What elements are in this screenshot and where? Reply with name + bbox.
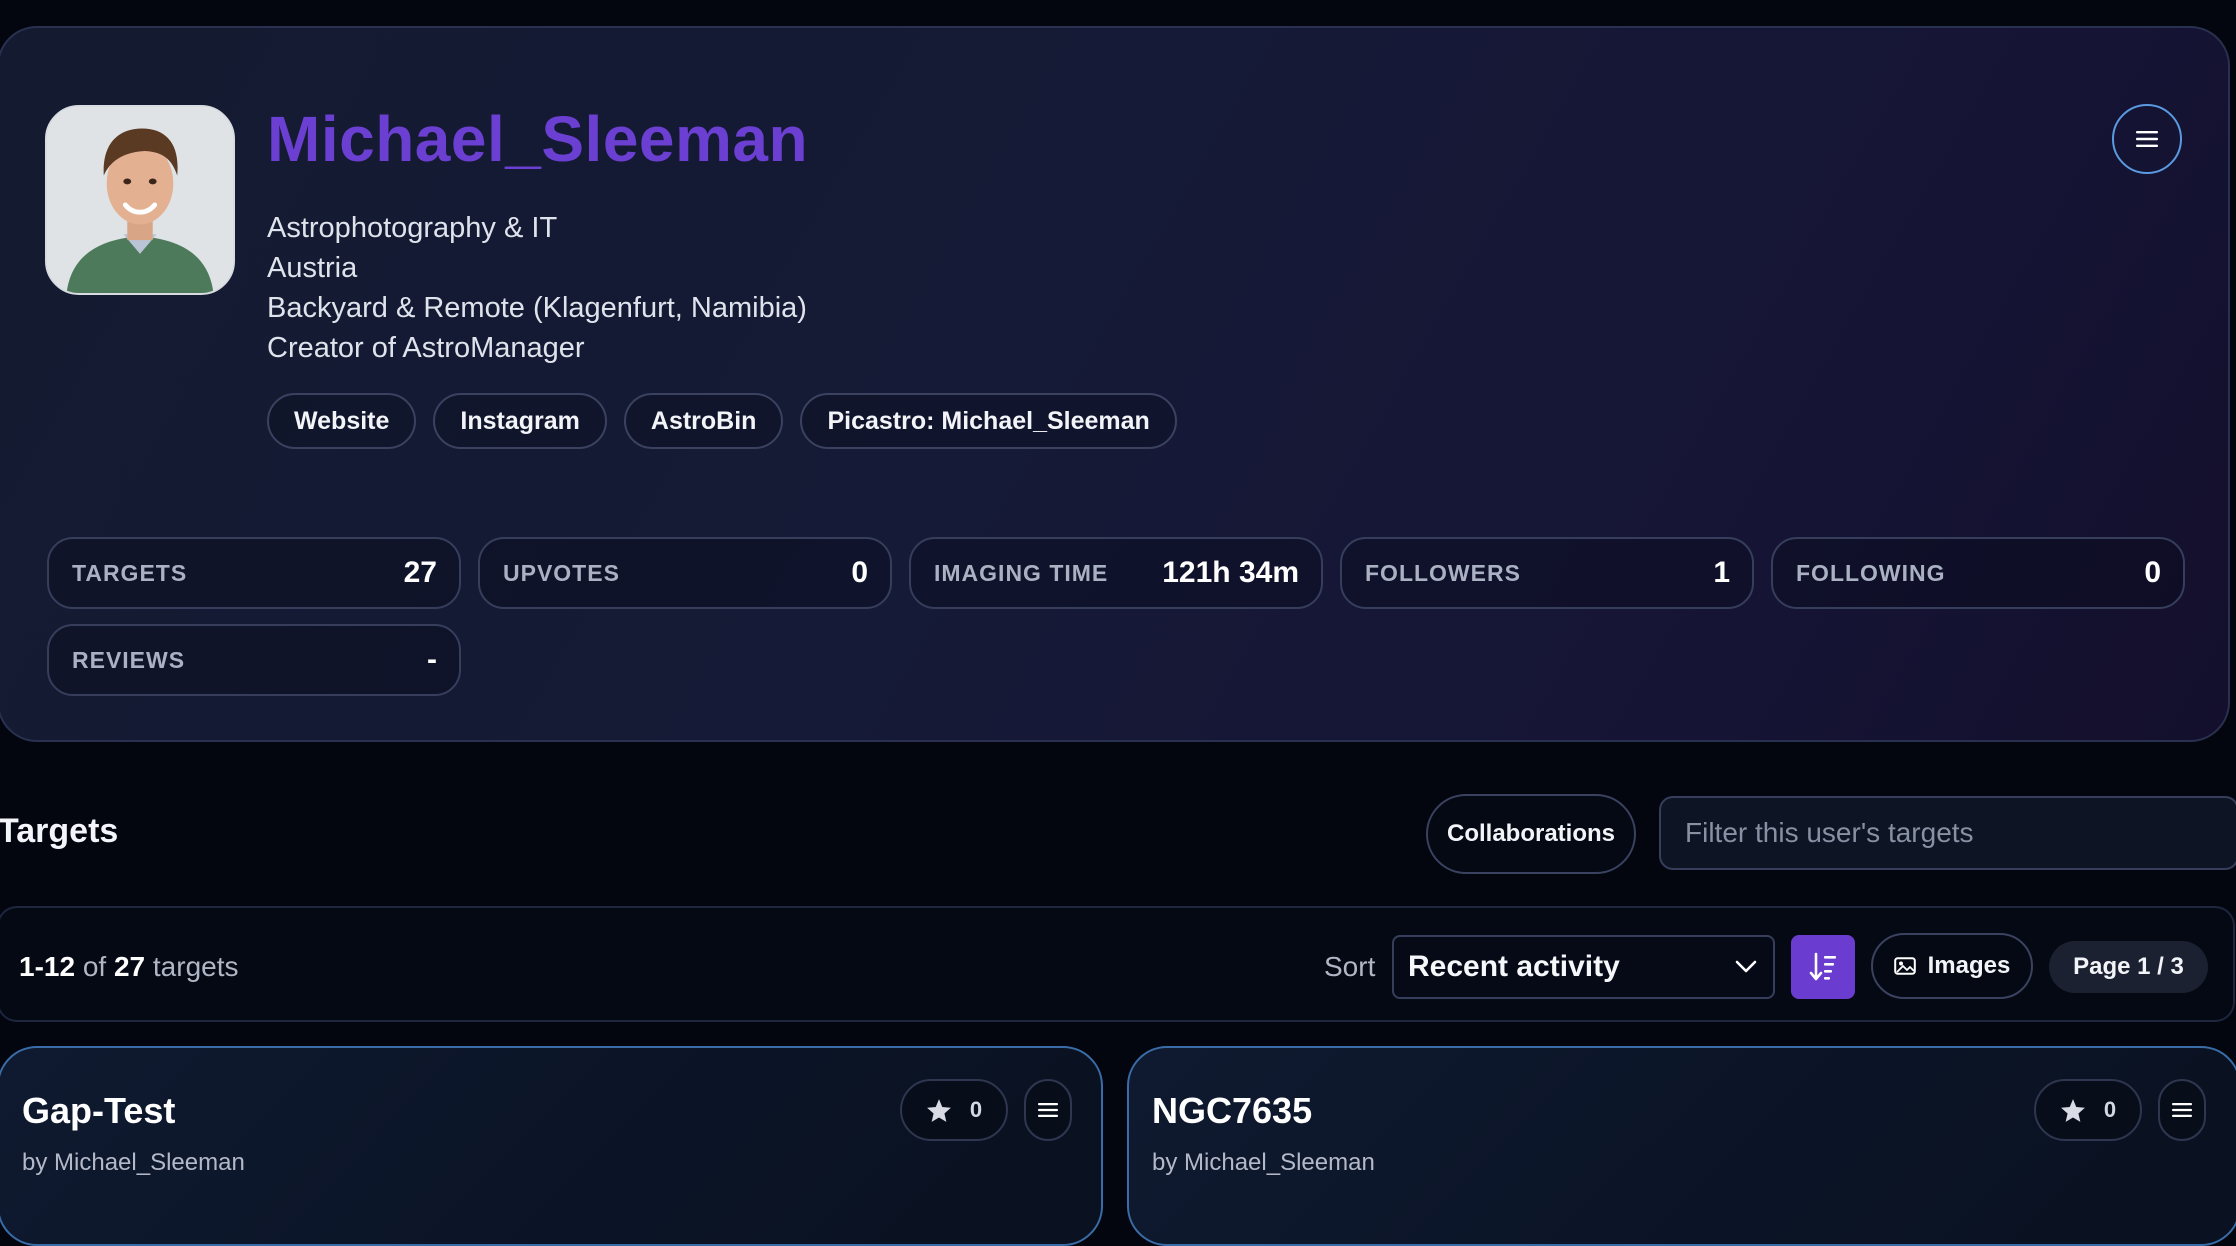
results-of: of: [82, 951, 107, 982]
images-toggle-button[interactable]: Images: [1871, 933, 2033, 999]
stat-following: FOLLOWING 0: [1771, 537, 2185, 609]
star-vote-button[interactable]: 0: [900, 1079, 1008, 1141]
sort-descending-icon: [1809, 952, 1836, 981]
results-count: 1-12 of 27 targets: [19, 951, 239, 983]
stat-value: 121h 34m: [1162, 556, 1299, 589]
stat-value: 0: [851, 556, 868, 589]
results-total: 27: [113, 951, 146, 982]
target-card[interactable]: NGC7635 by Michael_Sleeman 0: [1127, 1046, 2236, 1246]
target-card-author[interactable]: by Michael_Sleeman: [1152, 1149, 1375, 1177]
bio-line: Backyard & Remote (Klagenfurt, Namibia): [267, 292, 807, 324]
page-indicator: Page 1 / 3: [2049, 941, 2208, 993]
stat-label: UPVOTES: [503, 559, 620, 586]
sort-label: Sort: [1324, 951, 1376, 982]
star-count: 0: [2103, 1097, 2117, 1122]
results-unit: targets: [152, 951, 239, 982]
bio-line: Austria: [267, 252, 358, 284]
star-vote-button[interactable]: 0: [2034, 1079, 2142, 1141]
target-filter-input[interactable]: [1659, 796, 2236, 870]
card-menu-button[interactable]: [1024, 1079, 1072, 1141]
bio-line: Astrophotography & IT: [267, 212, 558, 244]
stat-label: FOLLOWING: [1796, 559, 1946, 586]
stat-reviews: REVIEWS -: [47, 624, 461, 696]
stat-followers: FOLLOWERS 1: [1340, 537, 1754, 609]
stat-value: -: [427, 643, 437, 676]
target-card[interactable]: Gap-Test by Michael_Sleeman 0: [0, 1046, 1103, 1246]
sort-direction-button[interactable]: [1791, 935, 1855, 999]
hamburger-icon: [1038, 1103, 1058, 1117]
target-card-title[interactable]: NGC7635: [1152, 1090, 1312, 1132]
hamburger-icon: [2172, 1103, 2192, 1117]
profile-card: Michael_Sleeman Astrophotography & IT Au…: [0, 26, 2230, 742]
collaborations-button[interactable]: Collaborations: [1426, 794, 1636, 874]
stat-value: 0: [2144, 556, 2161, 589]
link-astrobin[interactable]: AstroBin: [623, 393, 784, 449]
card-menu-button[interactable]: [2158, 1079, 2206, 1141]
targets-toolbar: 1-12 of 27 targets Sort Recent activity …: [0, 906, 2235, 1022]
target-card-author[interactable]: by Michael_Sleeman: [22, 1149, 245, 1177]
stat-upvotes: UPVOTES 0: [478, 537, 892, 609]
images-label: Images: [1927, 952, 2011, 979]
target-card-title[interactable]: Gap-Test: [22, 1090, 175, 1132]
sort-select[interactable]: Recent activity: [1392, 935, 1775, 999]
link-website[interactable]: Website: [267, 393, 417, 449]
profile-links: Website Instagram AstroBin Picastro: Mic…: [267, 393, 1177, 449]
stat-value: 27: [403, 556, 437, 589]
star-icon: [926, 1098, 951, 1122]
star-icon: [2060, 1098, 2085, 1122]
stat-imaging-time: IMAGING TIME 121h 34m: [909, 537, 1323, 609]
stat-label: FOLLOWERS: [1365, 559, 1521, 586]
profile-bio: Astrophotography & IT Austria Backyard &…: [267, 208, 807, 368]
avatar-portrait: [47, 107, 233, 293]
link-instagram[interactable]: Instagram: [433, 393, 607, 449]
results-range: 1-12: [19, 951, 76, 982]
profile-username: Michael_Sleeman: [267, 103, 809, 175]
star-count: 0: [969, 1097, 983, 1122]
stat-label: REVIEWS: [72, 646, 186, 673]
link-picastro[interactable]: Picastro: Michael_Sleeman: [800, 393, 1177, 449]
targets-section-title: Targets: [0, 812, 119, 850]
avatar: [45, 105, 235, 295]
chevron-down-icon: [1735, 960, 1757, 973]
stat-label: TARGETS: [72, 559, 188, 586]
image-icon: [1893, 957, 1916, 975]
profile-menu-button[interactable]: [2112, 104, 2182, 174]
hamburger-icon: [2136, 131, 2158, 147]
stat-value: 1: [1713, 556, 1730, 589]
stat-label: IMAGING TIME: [934, 559, 1109, 586]
bio-line: Creator of AstroManager: [267, 332, 585, 364]
sort-selected-value: Recent activity: [1408, 950, 1620, 983]
stat-targets: TARGETS 27: [47, 537, 461, 609]
